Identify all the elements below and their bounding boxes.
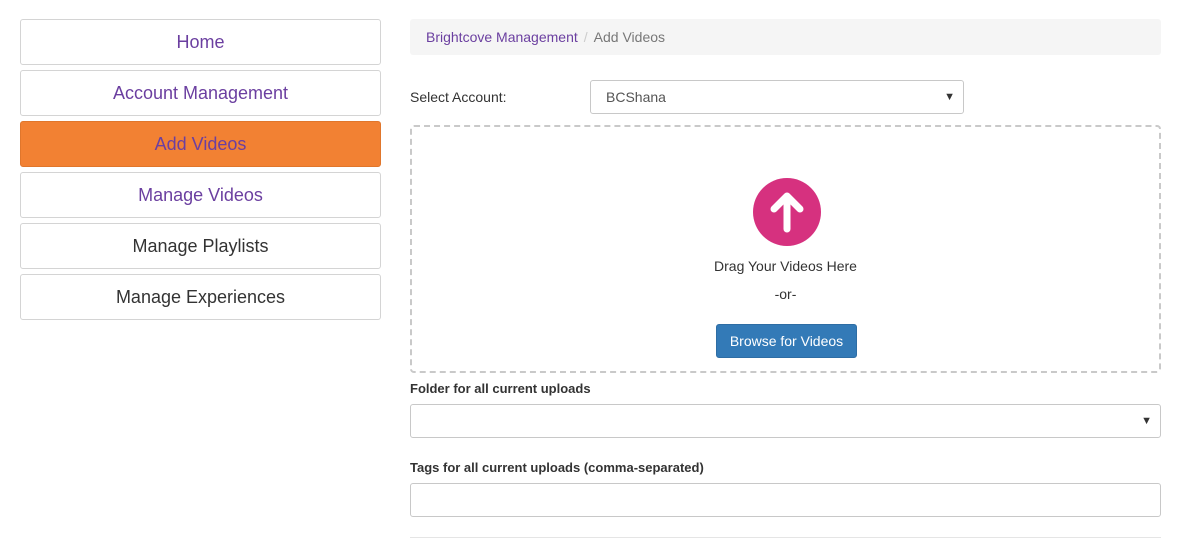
video-dropzone[interactable]: Drag Your Videos Here -or- Browse for Vi… bbox=[410, 125, 1161, 373]
sidebar-item-manage-videos[interactable]: Manage Videos bbox=[20, 172, 381, 218]
divider bbox=[410, 537, 1161, 538]
folder-label: Folder for all current uploads bbox=[410, 381, 591, 396]
caret-down-icon: ▼ bbox=[1141, 415, 1152, 427]
upload-arrow-icon[interactable] bbox=[752, 177, 822, 247]
account-select-value: BCShana bbox=[606, 89, 666, 105]
sidebar-item-manage-playlists[interactable]: Manage Playlists bbox=[20, 223, 381, 269]
breadcrumb: Brightcove Management / Add Videos bbox=[410, 19, 1161, 55]
sidebar-item-add-videos[interactable]: Add Videos bbox=[20, 121, 381, 167]
sidebar-nav: Home Account Management Add Videos Manag… bbox=[20, 19, 381, 325]
breadcrumb-separator: / bbox=[583, 29, 588, 45]
account-select[interactable]: BCShana ▼ bbox=[590, 80, 964, 114]
breadcrumb-current: Add Videos bbox=[593, 29, 666, 45]
sidebar-item-home[interactable]: Home bbox=[20, 19, 381, 65]
drag-videos-text: Drag Your Videos Here bbox=[714, 258, 857, 274]
tags-input[interactable] bbox=[410, 483, 1161, 517]
main-content: Brightcove Management / Add Videos Selec… bbox=[410, 19, 1161, 538]
caret-down-icon: ▼ bbox=[944, 91, 955, 103]
select-account-label: Select Account: bbox=[410, 89, 507, 105]
browse-for-videos-button[interactable]: Browse for Videos bbox=[716, 324, 857, 358]
sidebar-item-manage-experiences[interactable]: Manage Experiences bbox=[20, 274, 381, 320]
sidebar-item-account-management[interactable]: Account Management bbox=[20, 70, 381, 116]
breadcrumb-link-brightcove-management[interactable]: Brightcove Management bbox=[426, 29, 578, 45]
account-row: Select Account: BCShana ▼ bbox=[410, 80, 1161, 114]
folder-select[interactable]: ▼ bbox=[410, 404, 1161, 438]
or-text: -or- bbox=[774, 286, 797, 302]
tags-label: Tags for all current uploads (comma-sepa… bbox=[410, 460, 704, 475]
